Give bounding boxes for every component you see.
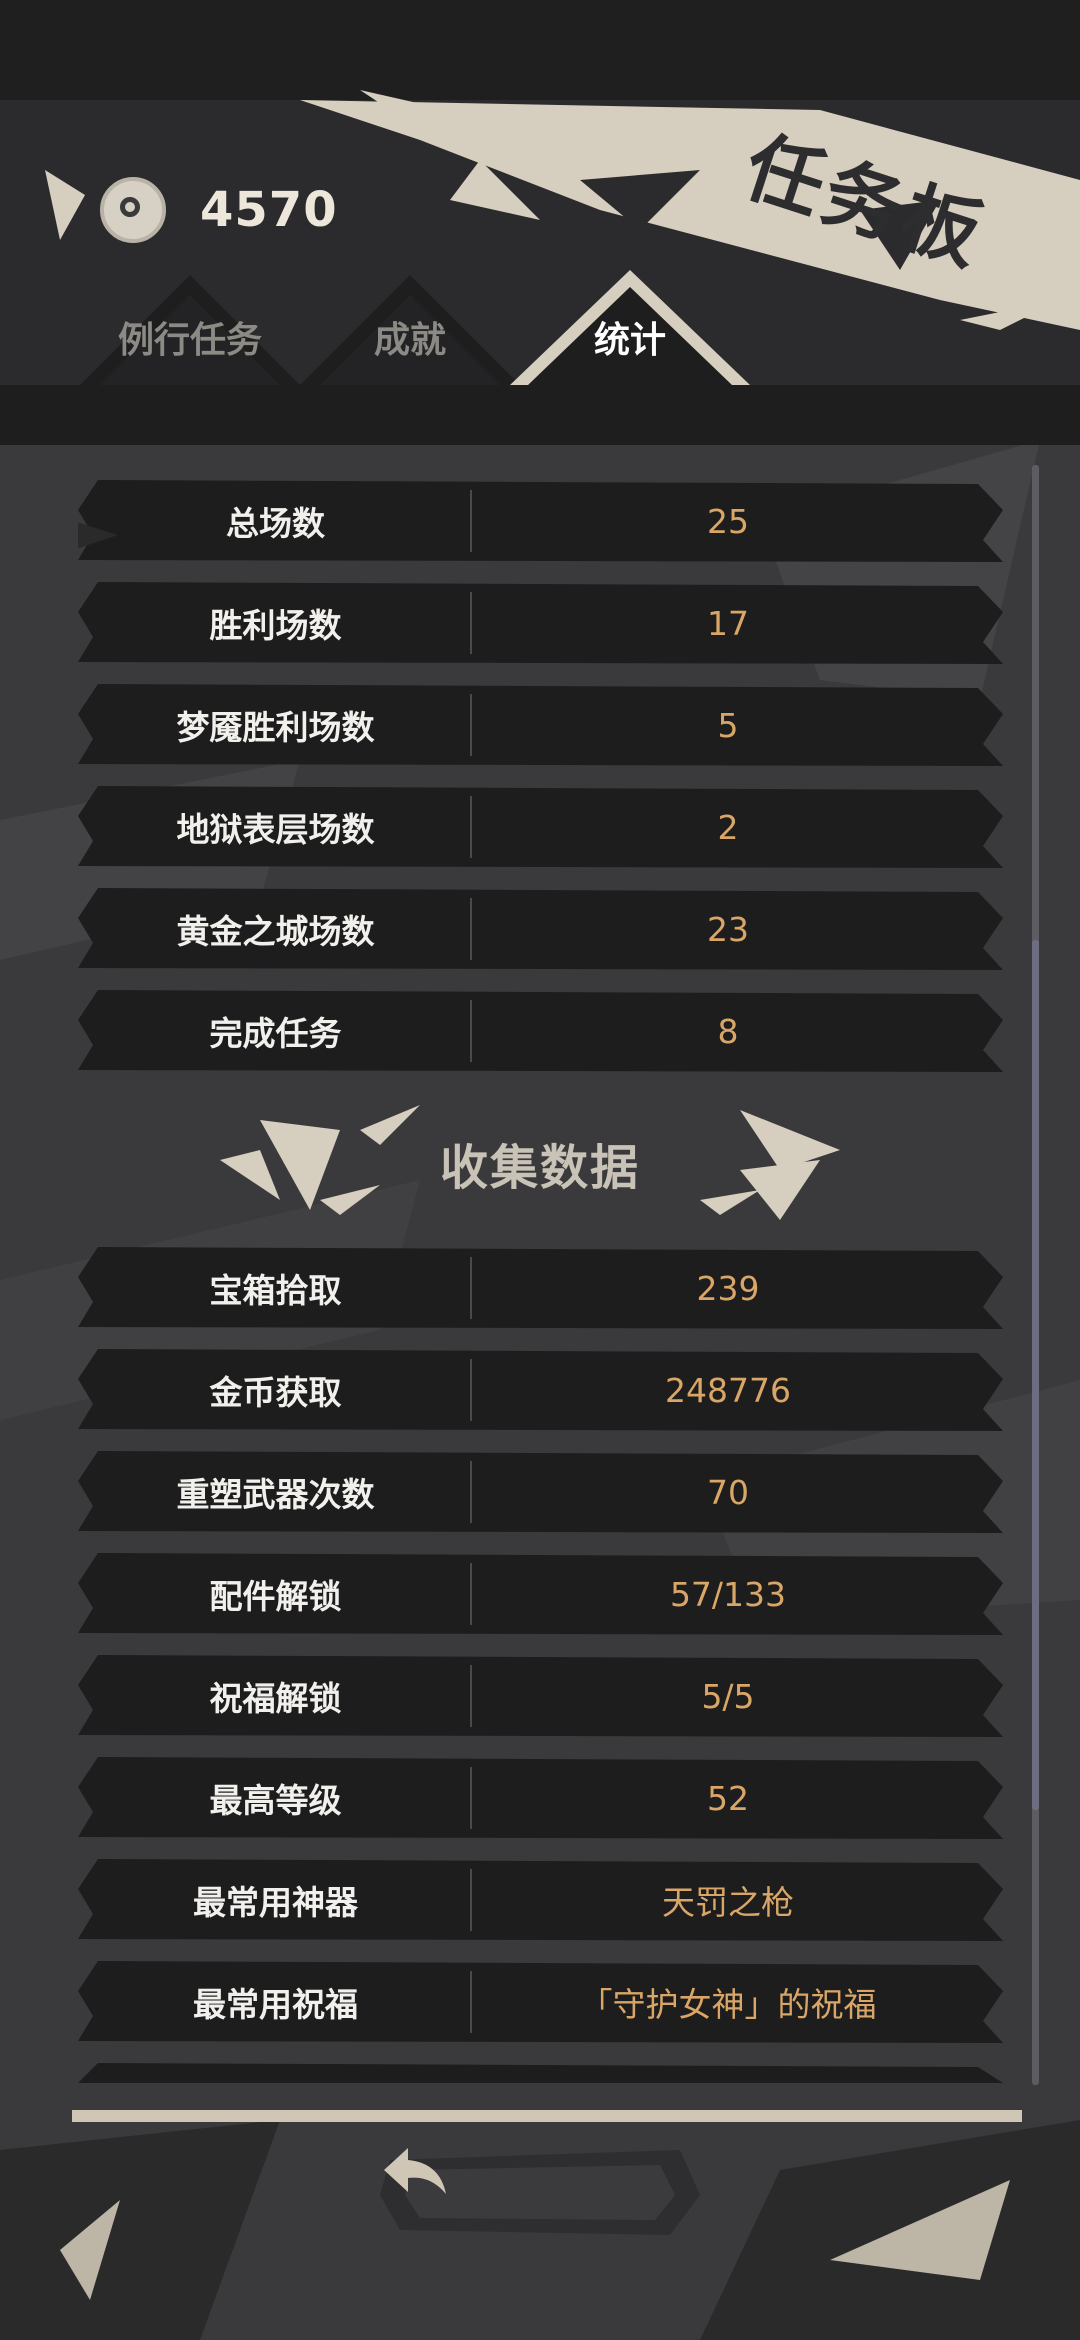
stat-label: 最常用祝福 <box>193 1985 358 2024</box>
collection-row-favorite-blessing: 最常用祝福 「守护女神」的祝福 <box>78 1961 1003 2043</box>
stat-label: 配件解锁 <box>209 1577 342 1616</box>
row-divider <box>470 1869 472 1931</box>
stat-value: 248776 <box>665 1370 791 1410</box>
collection-row-favorite-artifact: 最常用神器 天罚之枪 <box>78 1859 1003 1941</box>
collection-section-header: 收集数据 <box>220 1090 860 1230</box>
row-background <box>78 2063 1003 2083</box>
back-arrow-icon <box>384 2148 446 2194</box>
collection-row-gold: 金币获取 248776 <box>78 1349 1003 1431</box>
collection-row-weapon-reforge: 重塑武器次数 70 <box>78 1451 1003 1533</box>
stat-label: 祝福解锁 <box>209 1679 342 1718</box>
tab-label: 例行任务 <box>117 320 262 361</box>
stat-value: 「守护女神」的祝福 <box>579 1985 877 2024</box>
collection-row-blessings-unlocked: 祝福解锁 5/5 <box>78 1655 1003 1737</box>
tab-bar: 例行任务 成就 统计 <box>60 265 940 385</box>
stat-row-golden-city: 黄金之城场数 23 <box>78 888 1003 970</box>
collection-row-partial <box>78 2063 1003 2083</box>
row-divider <box>470 898 472 960</box>
collection-row-max-level: 最高等级 52 <box>78 1757 1003 1839</box>
row-divider <box>470 1563 472 1625</box>
row-divider <box>470 1000 472 1062</box>
row-divider <box>470 1359 472 1421</box>
row-divider <box>470 1257 472 1319</box>
stat-value: 17 <box>707 603 749 643</box>
stat-label: 总场数 <box>226 504 325 543</box>
stat-value: 70 <box>707 1472 749 1512</box>
row-divider <box>470 1665 472 1727</box>
stat-label: 宝箱拾取 <box>209 1271 342 1310</box>
tab-statistics[interactable]: 统计 <box>500 265 760 385</box>
stat-value: 52 <box>707 1778 749 1818</box>
stat-value: 23 <box>707 909 749 949</box>
stat-label: 地狱表层场数 <box>176 810 375 849</box>
section-title: 收集数据 <box>439 1140 640 1196</box>
collection-row-parts-unlocked: 配件解锁 57/133 <box>78 1553 1003 1635</box>
stat-value: 2 <box>717 807 739 847</box>
stat-label: 黄金之城场数 <box>176 912 375 951</box>
stat-value: 57/133 <box>669 1574 787 1614</box>
scrollbar-thumb[interactable] <box>1032 940 1039 1810</box>
stat-row-nightmare-wins: 梦魇胜利场数 5 <box>78 684 1003 766</box>
stat-value: 239 <box>696 1268 760 1308</box>
tab-label: 成就 <box>373 320 446 361</box>
row-divider <box>470 796 472 858</box>
stat-label: 最高等级 <box>209 1781 342 1820</box>
row-divider <box>470 1971 472 2033</box>
stat-label: 金币获取 <box>209 1373 342 1412</box>
stat-label: 完成任务 <box>209 1014 342 1053</box>
back-button[interactable] <box>380 2140 700 2240</box>
stat-row-hell-surface: 地狱表层场数 2 <box>78 786 1003 868</box>
stat-row-completed-tasks: 完成任务 8 <box>78 990 1003 1072</box>
stat-value: 5/5 <box>701 1676 755 1716</box>
currency-display: 4570 <box>40 160 338 260</box>
coin-icon <box>100 177 166 243</box>
row-divider <box>470 592 472 654</box>
header-bottom-band <box>0 385 1080 445</box>
row-divider <box>470 490 472 552</box>
stat-value: 天罚之枪 <box>662 1883 794 1922</box>
stat-label: 胜利场数 <box>209 606 342 645</box>
row-divider <box>470 1461 472 1523</box>
collection-row-chests: 宝箱拾取 239 <box>78 1247 1003 1329</box>
row-divider <box>470 1767 472 1829</box>
stat-label: 最常用神器 <box>193 1883 358 1922</box>
header: 任务板 4570 例行任务 成就 统计 <box>0 0 1080 445</box>
stat-row-wins: 胜利场数 17 <box>78 582 1003 664</box>
row-divider <box>470 694 472 756</box>
stat-value: 25 <box>707 501 749 541</box>
list-bottom-rule <box>72 2110 1022 2122</box>
stat-label: 重塑武器次数 <box>176 1475 375 1514</box>
stat-row-total-games: 总场数 25 <box>78 480 1003 562</box>
stat-value: 8 <box>717 1011 739 1051</box>
stat-label: 梦魇胜利场数 <box>176 708 375 747</box>
tab-label: 统计 <box>593 320 666 361</box>
stat-value: 5 <box>717 705 739 745</box>
currency-value: 4570 <box>200 182 338 238</box>
